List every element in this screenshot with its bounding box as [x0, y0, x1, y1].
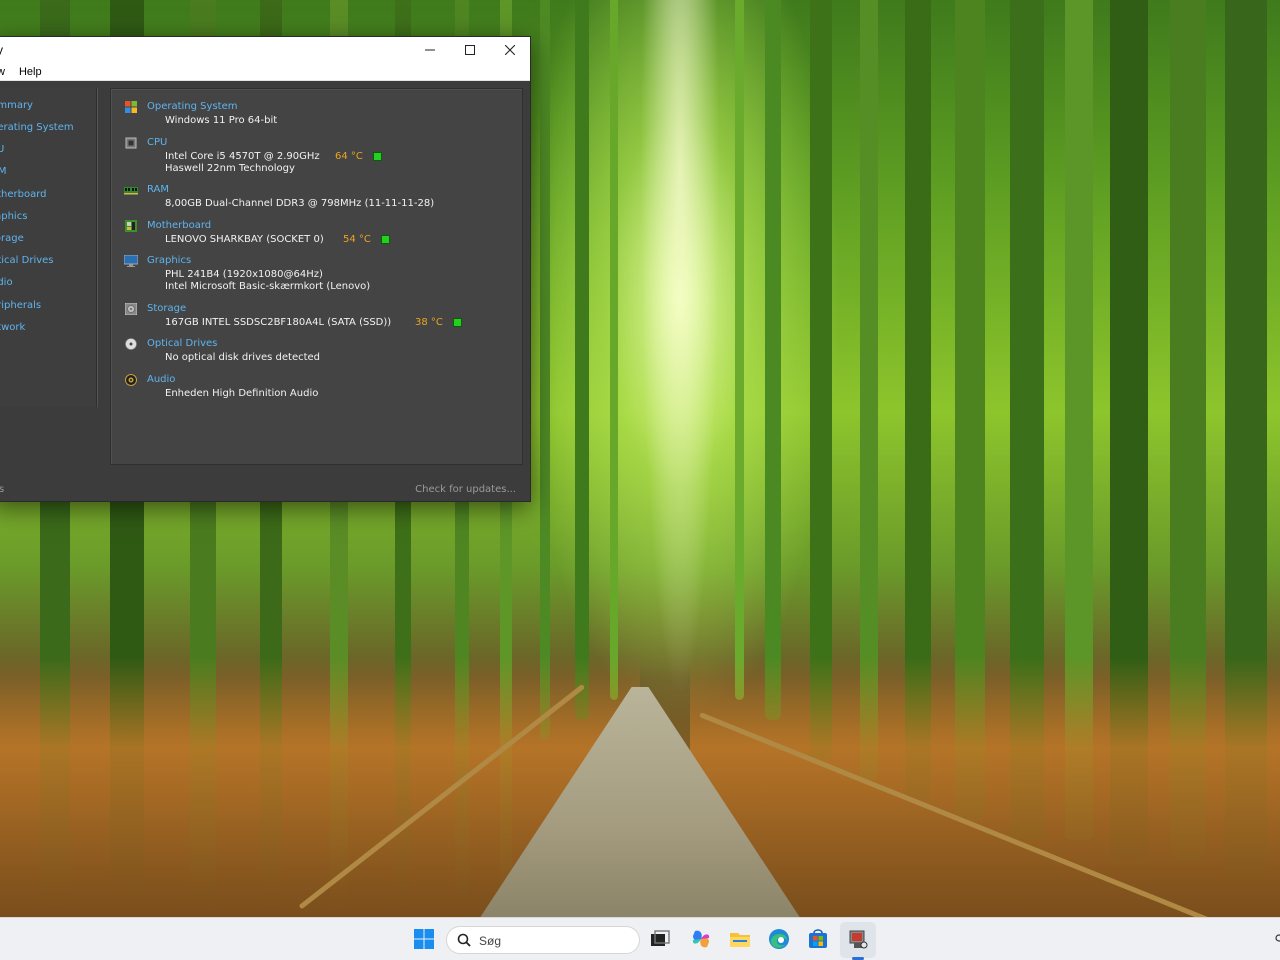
- cpu-chip-icon: [125, 137, 137, 149]
- section-title[interactable]: Operating System: [147, 101, 237, 112]
- bamboo-stalk: [540, 0, 550, 740]
- storage-value: 167GB INTEL SSDSC2BF180A4L (SATA (SSD)): [165, 317, 392, 328]
- section-title[interactable]: CPU: [147, 137, 167, 148]
- menu-bar: w Help: [0, 63, 530, 81]
- minimize-button[interactable]: [410, 37, 450, 63]
- system-info-app-icon[interactable]: [846, 927, 870, 951]
- sidebar-item-operating-system[interactable]: perating System: [0, 122, 74, 133]
- sidebar-item-motherboard[interactable]: otherboard: [0, 189, 47, 200]
- section-title[interactable]: Audio: [147, 374, 175, 385]
- close-icon: [505, 45, 515, 55]
- microsoft-store-icon[interactable]: [806, 927, 830, 951]
- graphics-monitor-value: PHL 241B4 (1920x1080@64Hz): [165, 269, 323, 280]
- status-text: s: [0, 484, 5, 495]
- graphics-adapter-value: Intel Microsoft Basic-skærmkort (Lenovo): [165, 281, 371, 292]
- section-title[interactable]: Storage: [147, 303, 186, 314]
- check-for-updates-link[interactable]: Check for updates...: [415, 484, 516, 495]
- motherboard-temperature: 54 °C: [343, 234, 371, 245]
- os-value: Windows 11 Pro 64-bit: [165, 115, 278, 126]
- cpu-temp-indicator: [373, 152, 382, 161]
- motherboard-temp-indicator: [381, 235, 390, 244]
- sidebar-item-peripherals[interactable]: eripherals: [0, 300, 41, 311]
- motherboard-value: LENOVO SHARKBAY (SOCKET 0): [165, 234, 324, 245]
- storage-temperature: 38 °C: [415, 317, 443, 328]
- tray-edge-icon: [1275, 934, 1280, 942]
- storage-temp-indicator: [453, 318, 462, 327]
- sidebar: ummary perating System PU AM otherboard …: [0, 88, 98, 407]
- hard-drive-icon: [125, 303, 137, 315]
- section-title[interactable]: RAM: [147, 184, 169, 195]
- search-placeholder: Søg: [479, 934, 502, 948]
- sidebar-item-ram[interactable]: AM: [0, 166, 6, 177]
- maximize-button[interactable]: [450, 37, 490, 63]
- audio-value: Enheden High Definition Audio: [165, 388, 319, 399]
- sidebar-item-audio[interactable]: udio: [0, 277, 13, 288]
- status-bar: s Check for updates...: [0, 477, 530, 501]
- ram-module-icon: [124, 187, 138, 195]
- sidebar-item-graphics[interactable]: raphics: [0, 211, 27, 222]
- menu-help[interactable]: Help: [13, 66, 48, 78]
- section-title[interactable]: Graphics: [147, 255, 191, 266]
- search-icon: [457, 933, 471, 947]
- optical-value: No optical disk drives detected: [165, 352, 321, 363]
- section-title[interactable]: Motherboard: [147, 220, 211, 231]
- sidebar-item-cpu[interactable]: PU: [0, 144, 4, 155]
- minimize-icon: [425, 49, 435, 51]
- bamboo-stalk: [735, 0, 744, 700]
- section-title[interactable]: Optical Drives: [147, 338, 217, 349]
- bamboo-stalk: [765, 0, 781, 720]
- wallpaper-light-shaft: [640, 0, 720, 700]
- windows-logo-icon: [125, 101, 137, 113]
- bamboo-stalk: [575, 0, 589, 720]
- tray-overflow-icon[interactable]: [1272, 933, 1280, 945]
- sidebar-item-optical-drives[interactable]: ptical Drives: [0, 255, 54, 266]
- sidebar-item-network[interactable]: etwork: [0, 322, 25, 333]
- motherboard-icon: [125, 220, 137, 232]
- menu-view[interactable]: w: [0, 66, 13, 78]
- wallpaper-grass-right: [690, 657, 1280, 917]
- copilot-icon[interactable]: [689, 927, 713, 951]
- cpu-temperature: 64 °C: [335, 151, 363, 162]
- summary-panel: Operating System Windows 11 Pro 64-bit C…: [110, 88, 523, 465]
- file-explorer-icon[interactable]: [728, 927, 752, 951]
- sidebar-item-summary[interactable]: ummary: [0, 100, 33, 111]
- window-titlebar[interactable]: y: [0, 37, 530, 63]
- windows-start-icon[interactable]: [412, 927, 436, 951]
- cpu-value: Intel Core i5 4570T @ 2.90GHz: [165, 151, 320, 162]
- maximize-icon: [465, 45, 475, 55]
- close-button[interactable]: [490, 37, 530, 63]
- cpu-technology: Haswell 22nm Technology: [165, 163, 295, 174]
- taskbar: Søg: [0, 917, 1280, 960]
- task-view-icon[interactable]: [648, 927, 672, 951]
- ram-value: 8,00GB Dual-Channel DDR3 @ 798MHz (11-11…: [165, 198, 435, 209]
- window-body: ummary perating System PU AM otherboard …: [0, 81, 530, 467]
- bamboo-stalk: [810, 0, 832, 760]
- window-title: y: [0, 43, 3, 57]
- monitor-icon: [124, 255, 138, 267]
- optical-disc-icon: [125, 338, 137, 350]
- speaker-icon: [125, 374, 137, 386]
- edge-browser-icon[interactable]: [767, 927, 791, 951]
- bamboo-stalk: [610, 0, 618, 700]
- app-window: y w Help ummary perating System PU AM ot…: [0, 36, 531, 502]
- taskbar-search-box[interactable]: Søg: [446, 926, 640, 954]
- sidebar-item-storage[interactable]: torage: [0, 233, 24, 244]
